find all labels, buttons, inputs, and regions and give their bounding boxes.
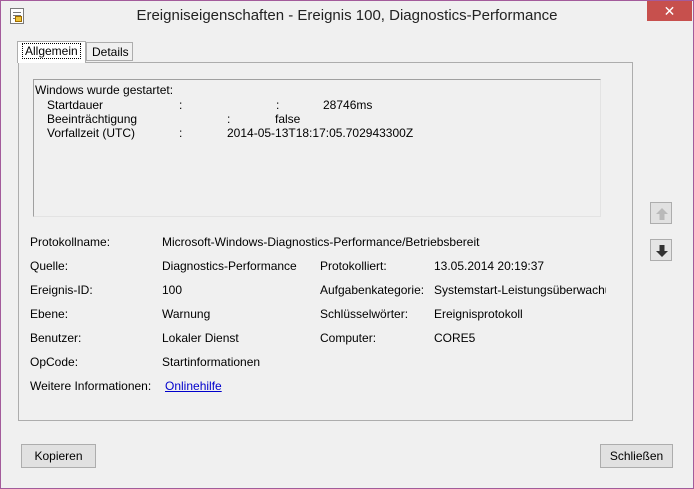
value-computer[interactable]: CORE5 xyxy=(434,331,475,345)
tab-details[interactable]: Details xyxy=(86,42,133,61)
description-label-beeintraechtigung: Beeinträchtigung xyxy=(47,112,138,126)
label-quelle: Quelle: xyxy=(30,259,69,273)
label-weitere-informationen: Weitere Informationen: xyxy=(30,379,152,393)
copy-button[interactable]: Kopieren xyxy=(21,444,96,468)
value-opcode[interactable]: Startinformationen xyxy=(162,355,260,369)
description-sep: : xyxy=(227,112,231,126)
label-protokolliert: Protokolliert: xyxy=(320,259,387,273)
description-value-startdauer: 28746ms xyxy=(323,98,373,112)
close-window-button[interactable]: ✕ xyxy=(647,1,692,21)
description-value-beeintraechtigung: false xyxy=(275,112,301,126)
description-value-vorfallzeit: 2014-05-13T18:17:05.702943300Z xyxy=(227,126,414,140)
arrow-up-icon xyxy=(656,208,668,220)
value-benutzer[interactable]: Lokaler Dienst xyxy=(162,331,239,345)
tab-allgemein-label: Allgemein xyxy=(22,43,81,59)
description-sep: : xyxy=(276,98,280,112)
arrow-down-icon xyxy=(656,245,668,257)
title-bar[interactable]: Ereigniseigenschaften - Ereignis 100, Di… xyxy=(1,1,693,31)
value-protokolliert[interactable]: 13.05.2014 20:19:37 xyxy=(434,259,544,273)
label-opcode: OpCode: xyxy=(30,355,79,369)
label-ebene: Ebene: xyxy=(30,307,69,321)
value-schluesselwoerter[interactable]: Ereignisprotokoll xyxy=(434,307,523,321)
description-header: Windows wurde gestartet: xyxy=(35,83,174,97)
label-computer: Computer: xyxy=(320,331,377,345)
tab-allgemein[interactable]: Allgemein xyxy=(17,41,86,63)
description-sep: : xyxy=(179,126,183,140)
value-protokollname[interactable]: Microsoft-Windows-Diagnostics-Performanc… xyxy=(162,235,479,249)
value-ebene[interactable]: Warnung xyxy=(162,307,210,321)
label-benutzer: Benutzer: xyxy=(30,331,82,345)
description-sep: : xyxy=(179,98,183,112)
value-quelle[interactable]: Diagnostics-Performance xyxy=(162,259,297,273)
label-aufgabenkategorie: Aufgabenkategorie: xyxy=(320,283,425,297)
previous-event-button[interactable] xyxy=(650,202,672,224)
label-protokollname: Protokollname: xyxy=(30,235,110,249)
description-label-vorfallzeit: Vorfallzeit (UTC) xyxy=(47,126,136,140)
label-ereignis-id: Ereignis-ID: xyxy=(30,283,93,297)
event-description-box[interactable]: Windows wurde gestartet: Startdauer : : … xyxy=(33,79,601,217)
value-ereignis-id[interactable]: 100 xyxy=(162,283,182,297)
label-schluesselwoerter: Schlüsselwörter: xyxy=(320,307,409,321)
description-label-startdauer: Startdauer xyxy=(47,98,104,112)
event-properties-window: Ereigniseigenschaften - Ereignis 100, Di… xyxy=(0,0,694,489)
tab-details-label: Details xyxy=(92,45,129,59)
next-event-button[interactable] xyxy=(650,239,672,261)
value-aufgabenkategorie[interactable]: Systemstart-Leistungsüberwachu xyxy=(434,283,606,297)
label-protokollname-text: Protokollname: xyxy=(30,235,111,249)
close-button[interactable]: Schließen xyxy=(600,444,673,468)
window-title: Ereigniseigenschaften - Ereignis 100, Di… xyxy=(136,7,558,24)
online-help-link[interactable]: Onlinehilfe xyxy=(165,379,222,393)
